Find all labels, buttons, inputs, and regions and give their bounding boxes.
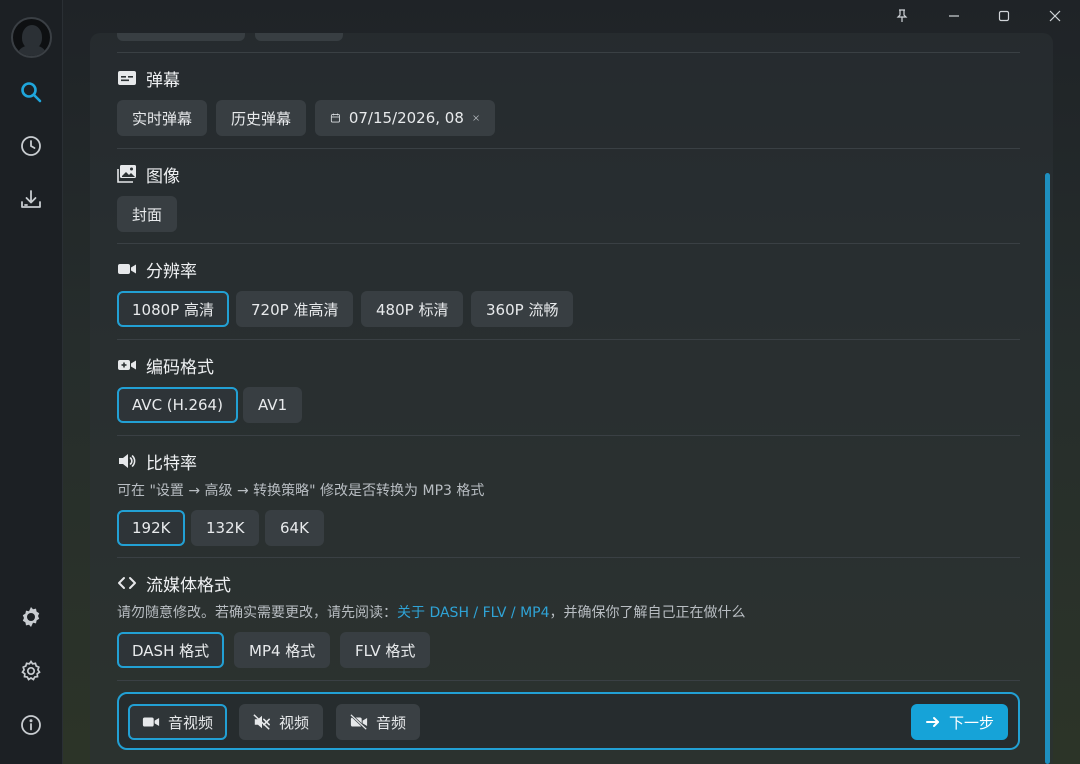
pin-icon[interactable] (890, 4, 914, 28)
divider (117, 148, 1020, 149)
option-av1[interactable]: AV1 (243, 387, 303, 423)
option-64k[interactable]: 64K (265, 510, 324, 546)
option-192k[interactable]: 192K (117, 510, 186, 546)
bitrate-title: 比特率 (146, 453, 197, 474)
clock-icon[interactable] (17, 132, 45, 160)
clear-icon[interactable] (472, 112, 480, 124)
close-icon[interactable] (1043, 4, 1067, 28)
divider (117, 435, 1020, 436)
divider (117, 339, 1020, 340)
next-label: 下一步 (948, 713, 994, 732)
docs-link[interactable]: 关于 DASH / FLV / MP4 (397, 605, 550, 621)
mode-audio[interactable]: 音频 (336, 704, 421, 740)
images-icon (117, 165, 136, 183)
stream-title: 流媒体格式 (146, 575, 231, 596)
code-icon (118, 577, 136, 589)
option-1080p[interactable]: 1080P 高清 (117, 291, 229, 327)
option-132k[interactable]: 132K (191, 510, 260, 546)
option-avc[interactable]: AVC (H.264) (117, 387, 238, 423)
info-icon[interactable] (17, 711, 45, 739)
mode-audio-video[interactable]: 音视频 (128, 704, 228, 740)
next-step-button[interactable]: 下一步 (911, 704, 1008, 740)
section-title: 分辨率 (117, 257, 197, 282)
option-mp4[interactable]: MP4 格式 (234, 632, 331, 668)
codec-title: 编码格式 (146, 357, 214, 378)
image-title: 图像 (146, 166, 180, 187)
video-plus-icon (118, 360, 136, 370)
download-icon[interactable] (17, 186, 45, 214)
minimize-icon[interactable] (942, 4, 966, 28)
option-cover[interactable]: 封面 (117, 196, 178, 232)
mute-icon (253, 714, 271, 730)
section-title: 图像 (117, 162, 180, 187)
divider (117, 52, 1020, 53)
divider (117, 557, 1020, 558)
volume-icon (119, 454, 136, 468)
danmaku-title: 弹幕 (146, 70, 180, 91)
date-value: 07/15/2026, 08 (348, 109, 464, 127)
option-flv[interactable]: FLV 格式 (340, 632, 431, 668)
section-title: 比特率 (117, 449, 197, 474)
divider (117, 680, 1020, 681)
mode-video[interactable]: 视频 (239, 704, 324, 740)
scrollbar[interactable] (1045, 173, 1050, 764)
badge-gear-icon[interactable] (17, 603, 45, 631)
maximize-icon[interactable] (992, 4, 1016, 28)
option-dash[interactable]: DASH 格式 (117, 632, 225, 668)
subtitles-icon (118, 71, 136, 85)
arrow-right-icon (925, 717, 939, 727)
avatar[interactable] (11, 17, 52, 58)
option-history-danmaku[interactable]: 历史弹幕 (216, 100, 307, 136)
date-picker[interactable]: 07/15/2026, 08 (315, 100, 495, 136)
option-480p[interactable]: 480P 标清 (361, 291, 464, 327)
bitrate-description: 可在 "设置 → 高级 → 转换策略" 修改是否转换为 MP3 格式 (117, 483, 485, 499)
option-720p[interactable]: 720P 准高清 (236, 291, 354, 327)
stream-description: 请勿随意修改。若确实需要更改，请先阅读：关于 DASH / FLV / MP4，… (117, 605, 746, 621)
resolution-title: 分辨率 (146, 261, 197, 282)
gear-icon[interactable] (17, 657, 45, 685)
divider (117, 243, 1020, 244)
partial-chip (117, 33, 245, 41)
video-camera-icon (142, 717, 160, 727)
bottom-action-bar: 音视频 视频 音频 下一步 (117, 692, 1020, 750)
option-realtime-danmaku[interactable]: 实时弹幕 (117, 100, 208, 136)
section-title: 编码格式 (117, 353, 214, 378)
video-off-icon (350, 713, 368, 731)
video-camera-icon (118, 264, 136, 274)
sidebar (0, 0, 63, 764)
section-title: 弹幕 (117, 66, 180, 91)
partial-chip (255, 33, 343, 41)
option-360p[interactable]: 360P 流畅 (471, 291, 574, 327)
search-icon[interactable] (17, 78, 45, 106)
calendar-icon (330, 113, 340, 123)
section-title: 流媒体格式 (117, 571, 231, 596)
